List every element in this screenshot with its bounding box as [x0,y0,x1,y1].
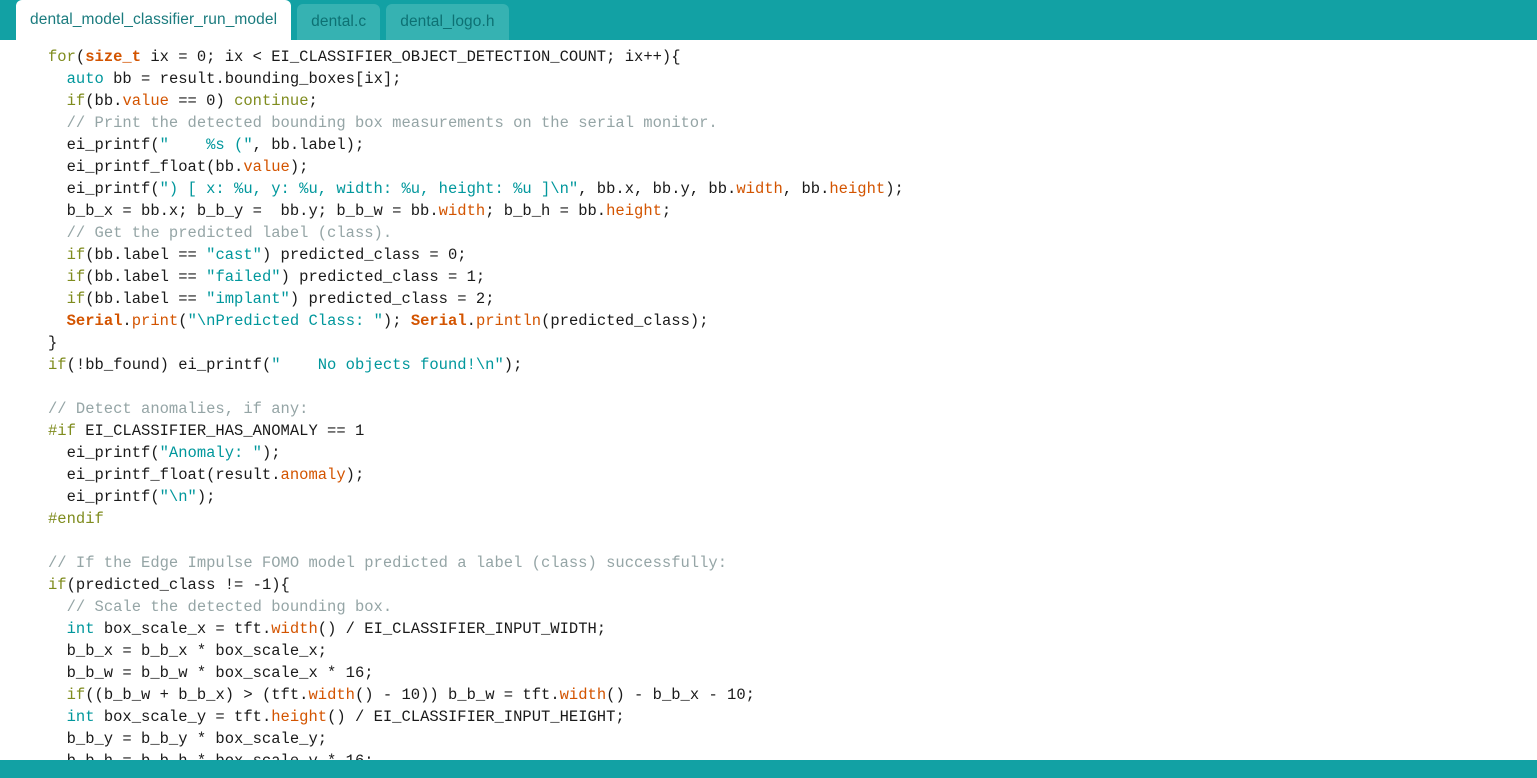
code-line: ei_printf(" %s (", bb.label); [48,136,365,154]
ide-window: dental_model_classifier_run_model dental… [0,0,1537,778]
code-line: // Scale the detected bounding box. [66,598,393,616]
code-line: if(bb.label == "failed") predicted_class… [66,268,486,286]
tab-label: dental.c [311,13,367,30]
code-line: b_b_x = bb.x; b_b_y = bb.y; b_b_w = bb.w… [48,202,672,220]
code-line: if(!bb_found) ei_printf(" No objects fou… [48,356,523,374]
code-line: auto bb = result.bounding_boxes[ix]; [66,70,402,88]
tab-dental-model-classifier-run-model[interactable]: dental_model_classifier_run_model [16,0,292,40]
code-line: b_b_w = b_b_w * box_scale_x * 16; [48,664,374,682]
code-editor[interactable]: for(size_t ix = 0; ix < EI_CLASSIFIER_OB… [0,40,1537,760]
editor-tab-bar: dental_model_classifier_run_model dental… [0,0,1537,40]
code-line: int box_scale_x = tft.width() / EI_CLASS… [66,620,607,638]
code-line: b b h = b b h * box scale y * 16; [0,750,1537,760]
code-line: if(bb.label == "implant") predicted_clas… [66,290,495,308]
code-line: ei_printf("\n"); [48,488,216,506]
code-line: ei_printf(") [ x: %u, y: %u, width: %u, … [48,180,904,198]
code-line: for(size_t ix = 0; ix < EI_CLASSIFIER_OB… [48,48,681,66]
code-line: b_b_y = b_b_y * box_scale_y; [48,730,328,748]
code-line: // Get the predicted label (class). [66,224,393,242]
code-line: ei_printf_float(bb.value); [48,158,309,176]
code-line: ei_printf("Anomaly: "); [48,444,281,462]
status-bar [0,760,1537,778]
code-line: ei_printf_float(result.anomaly); [48,466,365,484]
tab-dental-logo-h[interactable]: dental_logo.h [386,4,509,40]
code-line: } [48,334,58,352]
code-line: if(predicted_class != -1){ [48,576,290,594]
code-line: if(bb.label == "cast") predicted_class =… [66,246,467,264]
source-code[interactable]: for(size_t ix = 0; ix < EI_CLASSIFIER_OB… [0,40,1537,760]
code-line: Serial.print("\nPredicted Class: "); Ser… [66,312,709,330]
code-scroll-viewport[interactable]: for(size_t ix = 0; ix < EI_CLASSIFIER_OB… [0,40,1537,760]
code-line: // Print the detected bounding box measu… [66,114,718,132]
tab-label: dental_model_classifier_run_model [30,11,278,28]
tab-dental-c[interactable]: dental.c [297,4,381,40]
code-line: if((b_b_w + b_b_x) > (tft.width() - 10))… [66,686,755,704]
code-line: // If the Edge Impulse FOMO model predic… [48,554,728,572]
code-line: int box_scale_y = tft.height() / EI_CLAS… [66,708,625,726]
tab-label: dental_logo.h [400,13,495,30]
code-line: #endif [48,510,104,528]
code-line: // Detect anomalies, if any: [48,400,309,418]
code-line: b_b_x = b_b_x * box_scale_x; [48,642,328,660]
code-line: if(bb.value == 0) continue; [66,92,318,110]
code-line: #if EI_CLASSIFIER_HAS_ANOMALY == 1 [48,422,365,440]
